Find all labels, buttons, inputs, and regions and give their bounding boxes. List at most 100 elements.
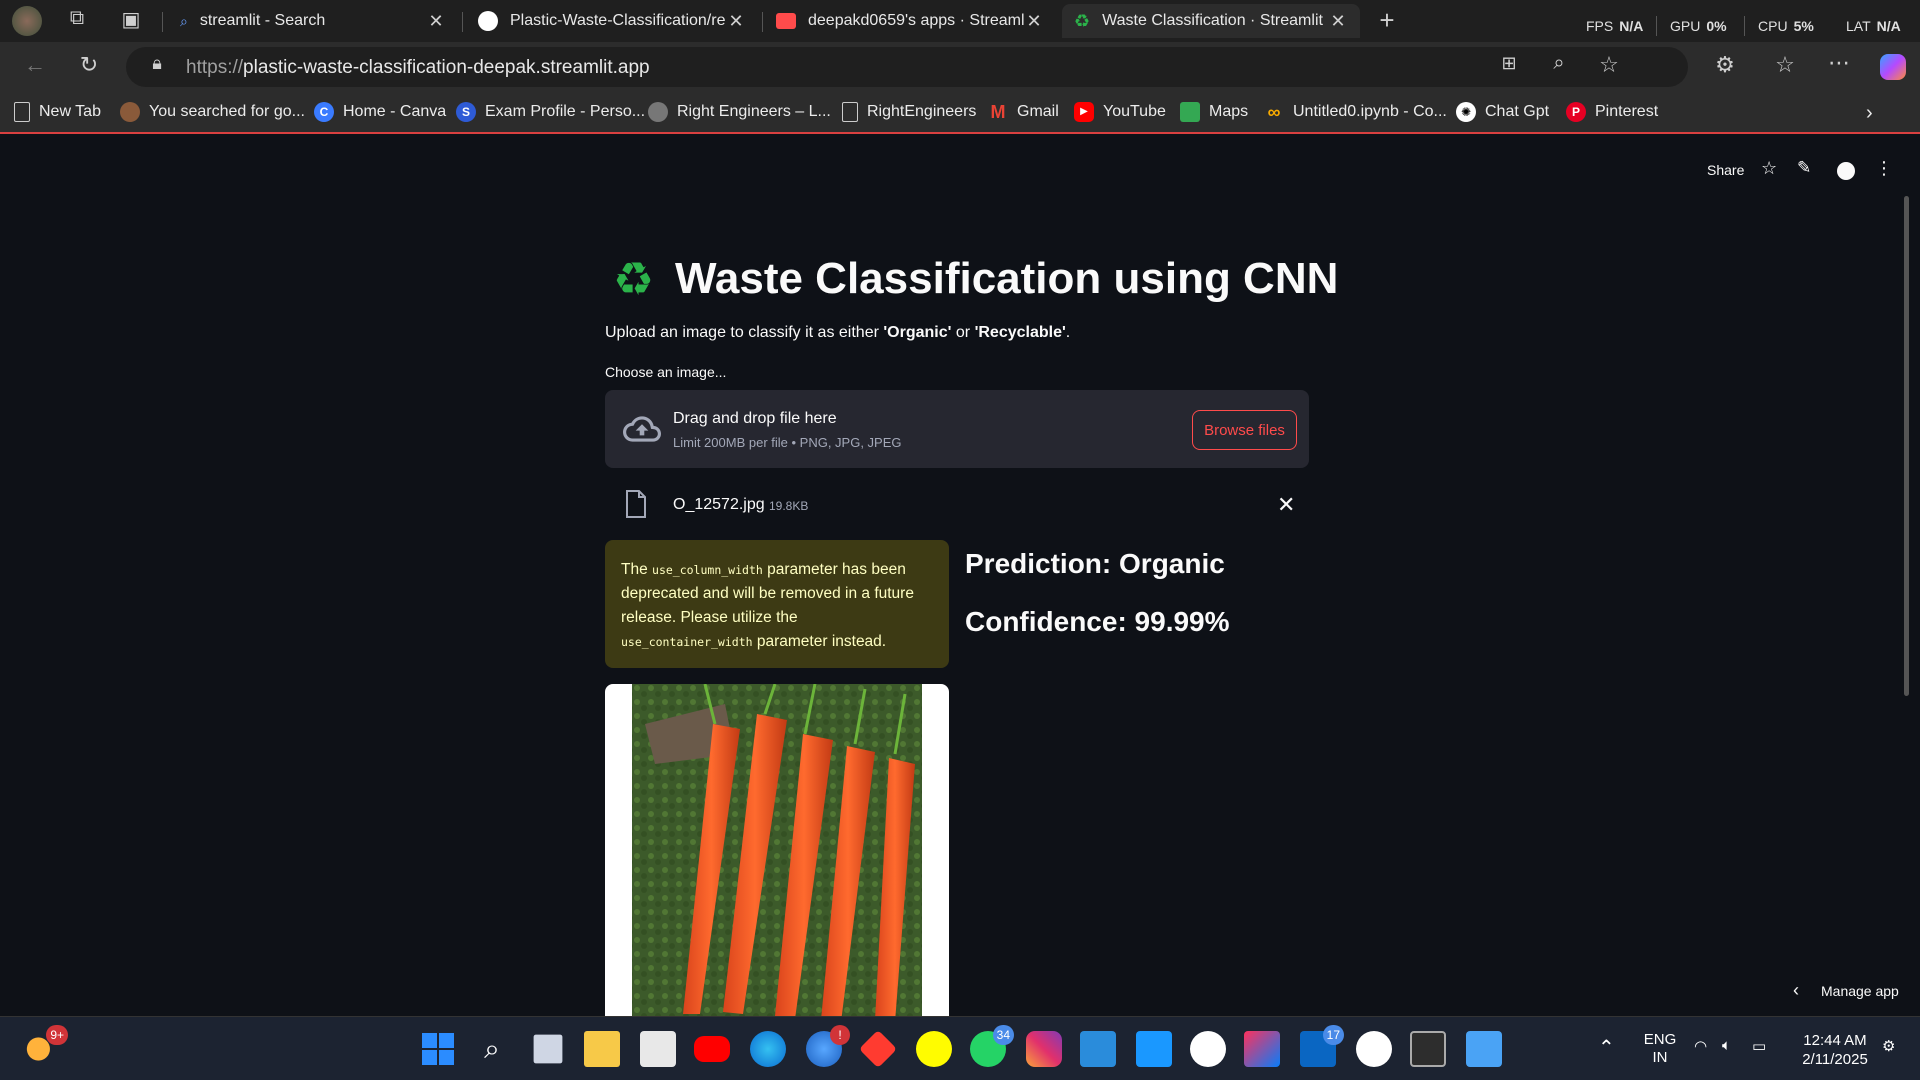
bookmark-search[interactable]: You searched for go...: [120, 102, 305, 122]
page-icon: [14, 102, 30, 122]
clock[interactable]: 12:44 AM 2/11/2025: [1790, 1031, 1880, 1069]
extensions-icon[interactable]: ⚙: [1710, 52, 1740, 78]
zoom-icon[interactable]: ⌕: [1544, 52, 1574, 75]
github-icon[interactable]: [1837, 162, 1855, 180]
tab-title: deepakd0659's apps · Streamlit: [808, 12, 1024, 29]
main-menu-icon[interactable]: ⋮: [1875, 158, 1893, 179]
tab-streamlit-search[interactable]: ⌕ streamlit - Search ✕: [168, 4, 458, 38]
cloud-upload-icon: [623, 416, 661, 442]
file-explorer-icon[interactable]: [584, 1031, 620, 1067]
chevron-right-icon[interactable]: ›: [1866, 102, 1873, 125]
notepad-icon[interactable]: [1466, 1031, 1502, 1067]
bookmark-gmail[interactable]: M Gmail: [988, 102, 1059, 122]
recycle-icon: ♻: [613, 253, 655, 305]
vertical-tabs-icon[interactable]: ▣: [116, 7, 146, 32]
edit-icon[interactable]: ✎: [1797, 158, 1811, 178]
bookmark-new-tab[interactable]: New Tab: [14, 102, 101, 122]
url-text[interactable]: https://plastic-waste-classification-dee…: [186, 57, 650, 79]
start-windows-icon[interactable]: [420, 1031, 456, 1067]
recycle-icon: ♻: [1074, 10, 1091, 31]
file-size: 19.8KB: [769, 499, 809, 513]
lat-readout: LAT N/A: [1846, 18, 1901, 34]
bookmark-canva[interactable]: C Home - Canva: [314, 102, 446, 122]
tab-title: Plastic-Waste-Classification/requi: [510, 12, 726, 29]
bookmark-chatgpt[interactable]: ✺ Chat Gpt: [1456, 102, 1549, 122]
gpu-readout: GPU 0%: [1670, 18, 1727, 34]
intellij-icon[interactable]: [1244, 1031, 1280, 1067]
manage-app-button[interactable]: Manage app: [1821, 983, 1899, 999]
file-icon: [626, 490, 646, 518]
new-tab-icon[interactable]: +: [1372, 5, 1402, 36]
tab-waste-classification[interactable]: ♻ Waste Classification · Streamlit ✕: [1062, 4, 1360, 38]
wifi-icon[interactable]: ◠: [1694, 1037, 1707, 1055]
browse-files-button[interactable]: Browse files: [1192, 410, 1297, 450]
copilot-icon[interactable]: [1880, 54, 1906, 80]
carrots-image: [632, 684, 922, 1016]
back-icon[interactable]: ←: [20, 52, 50, 78]
bookmark-pinterest[interactable]: P Pinterest: [1566, 102, 1658, 122]
fps-readout: FPS N/A: [1586, 18, 1644, 34]
site-icon: [648, 102, 668, 122]
page-subtitle: Upload an image to classify it as either…: [605, 324, 1071, 341]
instagram-icon[interactable]: [1026, 1031, 1062, 1067]
app-available-icon[interactable]: ⊞: [1494, 53, 1524, 74]
deprecation-warning: The use_column_width parameter has been …: [605, 540, 949, 668]
bookmark-right-engineers[interactable]: Right Engineers – L...: [648, 102, 831, 122]
scrollbar[interactable]: [1904, 196, 1909, 696]
git-app-icon[interactable]: [858, 1029, 898, 1069]
lock-icon[interactable]: 🔒︎: [142, 53, 172, 74]
vscode-icon[interactable]: [1080, 1031, 1116, 1067]
microsoft-store-icon[interactable]: [640, 1031, 676, 1067]
profile-avatar[interactable]: [12, 6, 42, 36]
notifications-icon[interactable]: ⚙: [1882, 1037, 1895, 1055]
more-menu-icon[interactable]: ⋯: [1824, 50, 1854, 76]
uploaded-image: [605, 684, 949, 1016]
pinterest-icon: P: [1566, 102, 1586, 122]
tab-streamlit-apps[interactable]: deepakd0659's apps · Streamlit ✕: [764, 4, 1056, 38]
page-icon: [842, 102, 858, 122]
youtube-icon[interactable]: [694, 1036, 730, 1062]
tab-github[interactable]: Plastic-Waste-Classification/requi ✕: [466, 4, 758, 38]
terminal-icon[interactable]: [1410, 1031, 1446, 1067]
chatgpt-icon: ✺: [1456, 102, 1476, 122]
refresh-icon[interactable]: ↻: [74, 52, 104, 78]
copilot-app-icon[interactable]: !: [806, 1025, 850, 1067]
dropzone-limit: Limit 200MB per file • PNG, JPG, JPEG: [673, 435, 902, 450]
linkedin-icon[interactable]: 17: [1300, 1025, 1344, 1067]
task-view-icon[interactable]: [533, 1034, 563, 1064]
close-icon[interactable]: ✕: [1024, 11, 1044, 32]
close-icon[interactable]: ✕: [726, 11, 746, 32]
volume-icon[interactable]: 🔈︎: [1722, 1037, 1731, 1054]
search-icon[interactable]: ⌕: [474, 1031, 510, 1067]
star-icon[interactable]: ☆: [1761, 158, 1777, 179]
gmail-icon: M: [990, 102, 1006, 122]
remove-file-icon[interactable]: ✕: [1277, 492, 1295, 518]
close-icon[interactable]: ✕: [426, 11, 446, 32]
address-bar[interactable]: 🔒︎ https://plastic-waste-classification-…: [126, 47, 1688, 87]
workspaces-icon[interactable]: ⧉: [62, 7, 92, 30]
close-icon[interactable]: ✕: [1328, 11, 1348, 32]
weather-widget-icon[interactable]: 9+: [24, 1025, 68, 1067]
whatsapp-icon[interactable]: 34: [970, 1025, 1014, 1067]
bookmark-exam-profile[interactable]: S Exam Profile - Perso...: [456, 102, 645, 122]
language-indicator[interactable]: ENG IN: [1640, 1031, 1680, 1067]
favorites-icon[interactable]: ☆: [1770, 52, 1800, 78]
battery-icon[interactable]: ▭: [1752, 1037, 1766, 1055]
chevron-up-icon[interactable]: ⌃: [1598, 1035, 1615, 1060]
bookmark-maps[interactable]: Maps: [1180, 102, 1248, 122]
share-button[interactable]: Share: [1707, 162, 1744, 178]
file-dropzone[interactable]: Drag and drop file here Limit 200MB per …: [605, 390, 1309, 468]
chatgpt-app-icon[interactable]: [1356, 1031, 1392, 1067]
snapchat-icon[interactable]: [916, 1031, 952, 1067]
streamlit-logo-icon: [776, 13, 796, 29]
bookmark-youtube[interactable]: ▶ YouTube: [1074, 102, 1166, 122]
bookmark-rightengineers[interactable]: RightEngineers: [842, 102, 976, 122]
maps-icon: [1180, 102, 1200, 122]
u-app-icon[interactable]: [1190, 1031, 1226, 1067]
favorite-star-icon[interactable]: ☆: [1594, 52, 1624, 78]
chevron-left-icon[interactable]: ‹: [1793, 980, 1799, 1001]
edge-browser-icon[interactable]: [750, 1031, 786, 1067]
tab-title: streamlit - Search: [199, 12, 326, 29]
bookmark-colab[interactable]: ∞ Untitled0.ipynb - Co...: [1264, 102, 1447, 122]
prime-video-icon[interactable]: [1136, 1031, 1172, 1067]
